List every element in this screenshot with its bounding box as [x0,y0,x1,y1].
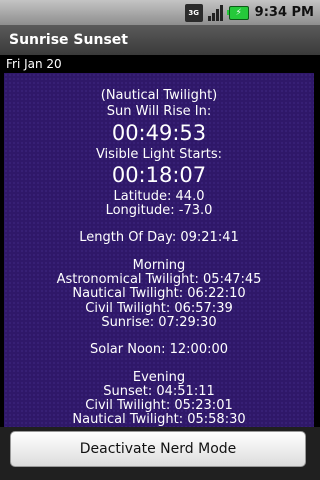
evening-civil-twilight: Civil Twilight: 05:23:01 [85,398,233,414]
latitude: Latitude: 44.0 [113,188,205,204]
battery-charging-icon: ⚡ [226,5,249,20]
solar-noon: Solar Noon: 12:00:00 [89,342,229,358]
app-title-bar: Sunrise Sunset [0,25,320,55]
morning-nautical-twilight: Nautical Twilight: 06:22:10 [72,286,246,302]
length-of-day: Length Of Day: 09:21:41 [79,230,239,246]
status-bar: 3G ⚡ 9:34 PM [0,0,320,25]
visible-light-countdown: 00:18:07 [111,162,207,187]
status-time: 9:34 PM [254,5,314,20]
visible-light-label: Visible Light Starts: [95,146,223,162]
morning-heading: Morning [132,257,186,273]
rise-countdown: 00:49:53 [111,120,207,145]
rise-label: Sun Will Rise In: [106,104,212,120]
signal-bars-icon [207,4,225,21]
footer-bar: Deactivate Nerd Mode [0,427,320,480]
deactivate-nerd-mode-button[interactable]: Deactivate Nerd Mode [10,431,306,467]
evening-heading: Evening [132,369,186,385]
date-label: Fri Jan 20 [0,55,320,73]
app-title: Sunrise Sunset [9,32,128,48]
morning-civil-twilight: Civil Twilight: 06:57:39 [85,300,233,316]
sun-info-panel[interactable]: (Nautical Twilight) Sun Will Rise In: 00… [4,73,314,427]
sunrise-time: Sunrise: 07:29:30 [101,314,217,330]
network-3g-icon: 3G [184,3,203,22]
morning-astronomical-twilight: Astronomical Twilight: 05:47:45 [56,272,262,288]
sunset-time: Sunset: 04:51:11 [103,383,215,399]
evening-nautical-twilight: Nautical Twilight: 05:58:30 [72,412,246,427]
twilight-label: (Nautical Twilight) [100,88,218,103]
longitude: Longitude: -73.0 [105,203,213,219]
